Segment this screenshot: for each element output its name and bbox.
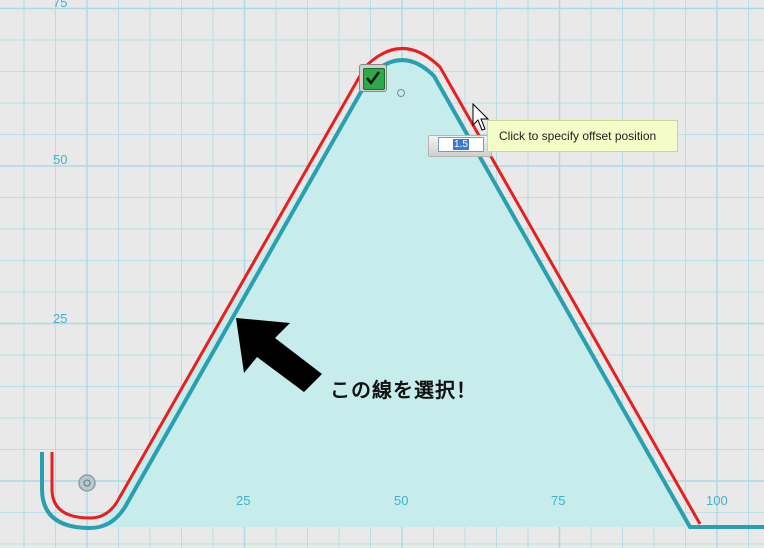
offset-value: 1.5 [453, 139, 469, 150]
origin-marker-icon [78, 474, 96, 492]
annotation-text: この線を選択！ [330, 378, 477, 402]
confirm-button[interactable] [359, 64, 387, 92]
offset-distance-input[interactable]: 1.5 [438, 137, 484, 152]
checkmark-icon [363, 68, 385, 90]
x-axis-label-25: 25 [236, 493, 251, 508]
tooltip: Click to specify offset position [487, 120, 678, 152]
x-axis-label-75: 75 [551, 493, 566, 508]
y-axis-label-25: 25 [53, 311, 68, 326]
y-axis-label-50: 50 [53, 152, 68, 167]
mouse-pointer-icon [472, 102, 492, 138]
x-axis-label-50: 50 [394, 493, 409, 508]
x-axis-label-100: 100 [706, 493, 728, 508]
y-axis-label-75: 75 [53, 0, 68, 10]
tooltip-text: Click to specify offset position [499, 129, 657, 143]
